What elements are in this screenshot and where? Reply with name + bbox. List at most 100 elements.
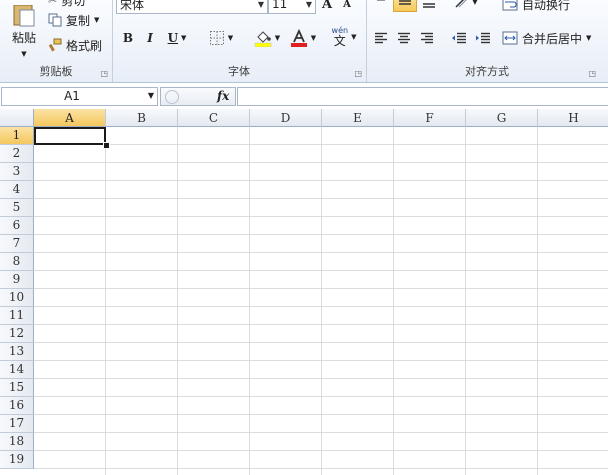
row-header-17[interactable]: 17 [0, 415, 34, 433]
insert-function-button[interactable]: fx [217, 89, 229, 103]
copy-button[interactable]: 复制 ▼ [48, 10, 110, 30]
row-gridline [34, 468, 608, 469]
formula-input[interactable] [237, 87, 608, 106]
increase-indent-icon [475, 32, 491, 44]
borders-dropdown-icon[interactable]: ▼ [228, 34, 233, 42]
clipboard-group: 粘贴 ▼ ✂ 剪切 复制 ▼ 格式刷 剪贴板 ◳ [0, 0, 113, 82]
row-header-6[interactable]: 6 [0, 217, 34, 235]
alignment-launcher-icon[interactable]: ◳ [588, 69, 596, 78]
orientation-button[interactable]: ▼ [450, 0, 482, 12]
italic-label: I [147, 31, 153, 45]
bold-button[interactable]: B [118, 28, 138, 48]
fill-handle[interactable] [103, 142, 110, 149]
name-box-dropdown-icon[interactable]: ▼ [148, 91, 154, 100]
row-header-8[interactable]: 8 [0, 253, 34, 271]
row-header-15[interactable]: 15 [0, 379, 34, 397]
fill-color-dropdown-icon[interactable]: ▼ [275, 34, 280, 42]
phonetic-button[interactable]: wén 文 ▼ [326, 24, 362, 50]
active-cell[interactable] [34, 127, 106, 145]
align-bottom-icon [422, 0, 436, 8]
alignment-group: ▼ 自动换行 合并后居中 ▼ 对齐方式 ◳ [366, 0, 608, 82]
font-name-dropdown-icon[interactable]: ▼ [255, 0, 267, 9]
align-top-icon [374, 0, 388, 8]
row-header-10[interactable]: 10 [0, 289, 34, 307]
row-header-19[interactable]: 19 [0, 451, 34, 469]
borders-button[interactable]: ▼ [204, 28, 238, 48]
paste-dropdown-icon[interactable]: ▼ [21, 50, 26, 58]
format-painter-icon [48, 38, 62, 52]
font-name-combo[interactable]: 宋体 ▼ [116, 0, 268, 14]
row-gridline [34, 144, 608, 145]
merge-center-dropdown-icon[interactable]: ▼ [586, 34, 591, 42]
row-header-2[interactable]: 2 [0, 145, 34, 163]
grow-font-label: A [321, 0, 333, 12]
underline-dropdown-icon[interactable]: ▼ [181, 34, 186, 42]
row-header-18[interactable]: 18 [0, 433, 34, 451]
align-bottom-button[interactable] [418, 0, 440, 12]
font-size-combo[interactable]: 11 ▼ [268, 0, 316, 14]
row-gridline [34, 378, 608, 379]
column-header-f[interactable]: F [394, 109, 466, 127]
row-header-7[interactable]: 7 [0, 235, 34, 253]
italic-button[interactable]: I [140, 28, 160, 48]
align-top-button[interactable] [370, 0, 392, 12]
column-header-d[interactable]: D [250, 109, 322, 127]
cut-button[interactable]: ✂ 剪切 [48, 0, 108, 10]
column-header-h[interactable]: H [538, 109, 608, 127]
align-middle-button[interactable] [393, 0, 417, 12]
alignment-group-title: 对齐方式 [465, 65, 509, 78]
row-header-5[interactable]: 5 [0, 199, 34, 217]
align-left-button[interactable] [370, 28, 392, 48]
align-center-button[interactable] [393, 28, 415, 48]
font-launcher-icon[interactable]: ◳ [354, 69, 362, 78]
row-header-9[interactable]: 9 [0, 271, 34, 289]
cut-label: 剪切 [61, 0, 86, 8]
wrap-text-label: 自动换行 [522, 0, 571, 12]
phonetic-dropdown-icon[interactable]: ▼ [351, 33, 356, 41]
align-right-button[interactable] [416, 28, 438, 48]
column-header-a[interactable]: A [34, 109, 106, 127]
format-painter-button[interactable]: 格式刷 [48, 35, 110, 55]
font-size-dropdown-icon[interactable]: ▼ [303, 0, 315, 9]
row-gridline [34, 360, 608, 361]
row-gridline [34, 324, 608, 325]
row-header-16[interactable]: 16 [0, 397, 34, 415]
name-box[interactable]: A1 ▼ [1, 87, 158, 106]
orientation-dropdown-icon[interactable]: ▼ [472, 0, 477, 6]
column-header-e[interactable]: E [322, 109, 394, 127]
copy-dropdown-icon[interactable]: ▼ [94, 16, 99, 24]
row-gridline [34, 198, 608, 199]
font-color-dropdown-icon[interactable]: ▼ [311, 34, 316, 42]
shrink-font-button[interactable]: A [338, 0, 356, 14]
decrease-indent-button[interactable] [448, 28, 470, 48]
row-header-4[interactable]: 4 [0, 181, 34, 199]
underline-label: U [167, 31, 179, 45]
wrap-text-button[interactable]: 自动换行 [502, 0, 580, 14]
column-header-c[interactable]: C [178, 109, 250, 127]
merge-center-button[interactable]: 合并后居中 ▼ [502, 28, 598, 48]
row-header-12[interactable]: 12 [0, 325, 34, 343]
row-gridline [34, 180, 608, 181]
column-header-g[interactable]: G [466, 109, 538, 127]
select-all-corner[interactable] [0, 109, 34, 127]
row-header-14[interactable]: 14 [0, 361, 34, 379]
format-painter-label: 格式刷 [66, 38, 103, 53]
phonetic-char-icon: 文 [333, 34, 346, 48]
row-header-11[interactable]: 11 [0, 307, 34, 325]
paste-icon [11, 4, 37, 27]
paste-button[interactable]: 粘贴 ▼ [4, 0, 44, 62]
grow-font-button[interactable]: A [318, 0, 336, 14]
clipboard-group-title: 剪贴板 [39, 65, 73, 78]
row-gridline [34, 216, 608, 217]
clipboard-launcher-icon[interactable]: ◳ [100, 69, 108, 78]
ribbon: 粘贴 ▼ ✂ 剪切 复制 ▼ 格式刷 剪贴板 ◳ 宋体 ▼ 11 ▼ A A B… [0, 0, 608, 83]
row-header-13[interactable]: 13 [0, 343, 34, 361]
column-header-b[interactable]: B [106, 109, 178, 127]
increase-indent-button[interactable] [472, 28, 494, 48]
row-header-1[interactable]: 1 [0, 127, 34, 145]
row-header-3[interactable]: 3 [0, 163, 34, 181]
font-color-button[interactable]: ▼ [286, 28, 320, 48]
decrease-indent-icon [451, 32, 467, 44]
fill-color-button[interactable]: ▼ [250, 28, 284, 48]
underline-button[interactable]: U ▼ [162, 28, 192, 48]
